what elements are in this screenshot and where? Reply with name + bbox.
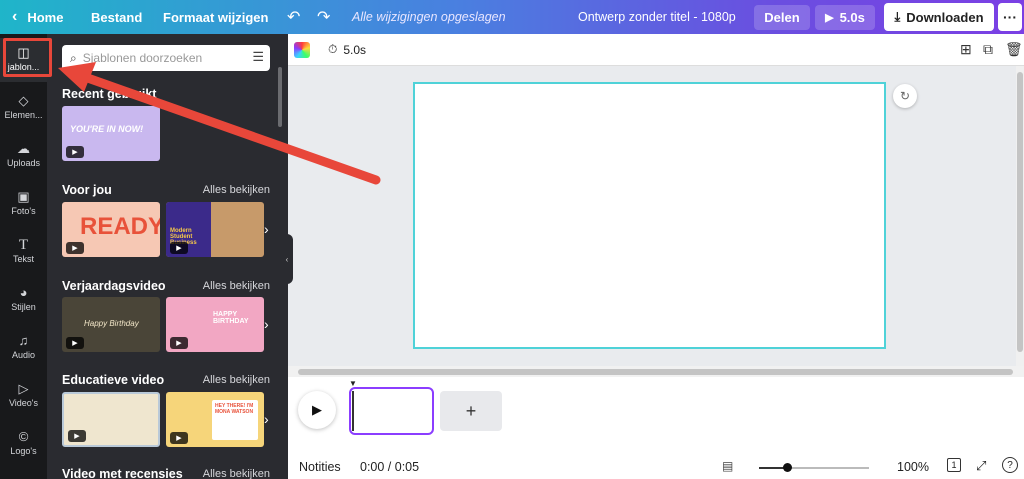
help-icon[interactable]: ? xyxy=(1002,457,1018,473)
file-menu[interactable]: Bestand xyxy=(91,0,142,34)
rail-item-photos[interactable]: ▣ Foto's xyxy=(0,182,47,226)
video-badge-icon: ▶ xyxy=(170,242,188,254)
panel-scrollbar[interactable] xyxy=(278,67,282,127)
add-page-icon[interactable]: ⊞ xyxy=(960,41,972,58)
template-thumb[interactable]: HEY THERE! I'M MONA WATSON ▶ xyxy=(166,392,264,447)
section-title-reviews: Video met recensies xyxy=(62,467,183,479)
shapes-icon: ◇ xyxy=(18,93,29,108)
template-search-input[interactable]: ⌕ Sjablonen doorzoeken ☰ xyxy=(62,45,270,71)
timeline: ▶ ▼ + xyxy=(288,377,1024,451)
zoom-slider[interactable] xyxy=(759,463,869,472)
timer-icon: ⏱ xyxy=(328,42,338,56)
play-icon: ▶ xyxy=(825,12,834,24)
rail-item-uploads[interactable]: ☁ Uploads xyxy=(0,134,47,178)
zoom-slider-knob[interactable] xyxy=(782,463,792,472)
zoom-level[interactable]: 100% xyxy=(897,460,929,474)
section-title-for-you: Voor jou xyxy=(62,183,112,197)
download-button[interactable]: ⤓ Downloaden xyxy=(884,3,994,31)
see-all-link[interactable]: Alles bekijken xyxy=(203,374,270,386)
canvas-scrollbar[interactable] xyxy=(1016,66,1024,366)
chevron-left-icon: ‹ xyxy=(12,8,18,25)
video-badge-icon: ▶ xyxy=(68,430,86,442)
logo-icon: © xyxy=(18,429,29,444)
chevron-right-icon[interactable]: › xyxy=(264,316,269,332)
editor-toolbar: ⏱ 5.0s ⊞ ⧉ 🗑 xyxy=(288,34,1024,66)
duration-control[interactable]: ⏱ 5.0s xyxy=(328,42,366,57)
photo-icon: ▣ xyxy=(17,189,30,204)
see-all-link[interactable]: Alles bekijken xyxy=(203,468,270,479)
video-icon: ▷ xyxy=(18,381,29,396)
section-title-education: Educatieve video xyxy=(62,373,165,387)
highlight-box xyxy=(3,38,52,77)
template-thumb-recent[interactable]: YOU'RE IN NOW! ▶ xyxy=(62,106,160,161)
rail-item-styles[interactable]: ◕ Stijlen xyxy=(0,278,47,322)
section-title-recent: Recent gebruikt xyxy=(62,87,157,101)
collapse-panel-handle[interactable]: ‹ xyxy=(281,234,293,284)
timeline-page-thumb[interactable] xyxy=(349,387,434,435)
music-icon: ♫ xyxy=(18,333,29,348)
more-options-button[interactable]: ··· xyxy=(998,3,1022,31)
video-badge-icon: ▶ xyxy=(66,337,84,349)
rail-item-videos[interactable]: ▷ Video's xyxy=(0,374,47,418)
template-thumb[interactable]: ▶ xyxy=(62,392,160,447)
resize-menu[interactable]: Formaat wijzigen xyxy=(163,0,268,34)
bottom-bar: Notities 0:00 / 0:05 ▤ 100% 1 ⤢ ? xyxy=(288,451,1024,479)
section-title-birthday: Verjaardagsvideo xyxy=(62,279,166,293)
design-title[interactable]: Ontwerp zonder titel - 1080p xyxy=(578,0,736,34)
see-all-link[interactable]: Alles bekijken xyxy=(203,280,270,292)
chevron-left-icon: ‹ xyxy=(285,254,289,264)
video-badge-icon: ▶ xyxy=(170,337,188,349)
page-count[interactable]: 1 xyxy=(947,458,961,472)
timeline-play-button[interactable]: ▶ xyxy=(298,391,336,429)
add-page-button[interactable]: + xyxy=(440,391,502,431)
notes-button[interactable]: Notities xyxy=(299,460,341,474)
cloud-upload-icon: ☁ xyxy=(17,141,30,156)
template-thumb[interactable]: Happy Birthday ▶ xyxy=(62,297,160,352)
design-canvas[interactable] xyxy=(413,82,886,349)
play-button[interactable]: ▶ 5.0s xyxy=(815,5,875,30)
time-readout: 0:00 / 0:05 xyxy=(360,460,420,474)
see-all-link[interactable]: Alles bekijken xyxy=(203,184,270,196)
chevron-right-icon[interactable]: › xyxy=(264,221,269,237)
video-badge-icon: ▶ xyxy=(66,146,84,158)
video-badge-icon: ▶ xyxy=(66,242,84,254)
rail-item-elements[interactable]: ◇ Elemen... xyxy=(0,86,47,130)
ellipsis-icon: ··· xyxy=(1003,9,1017,25)
redo-icon[interactable]: ↷ xyxy=(317,0,330,34)
play-icon: ▶ xyxy=(312,402,322,417)
download-icon: ⤓ xyxy=(894,9,901,24)
rotate-icon[interactable]: ↻ xyxy=(893,84,917,108)
template-thumb[interactable]: HAPPY BIRTHDAY ▶ xyxy=(166,297,264,352)
templates-panel: ⌕ Sjablonen doorzoeken ☰ Recent gebruikt… xyxy=(47,34,288,479)
grid-view-icon[interactable]: ▤ xyxy=(722,459,733,473)
top-bar: ‹ Home Bestand Formaat wijzigen ↶ ↷ Alle… xyxy=(0,0,1024,34)
side-rail: ◫ jablon... ◇ Elemen... ☁ Uploads ▣ Foto… xyxy=(0,34,47,479)
duplicate-icon[interactable]: ⧉ xyxy=(983,41,993,58)
palette-icon: ◕ xyxy=(19,285,28,300)
horizontal-scrollbar[interactable] xyxy=(288,366,1024,377)
rail-item-audio[interactable]: ♫ Audio xyxy=(0,326,47,370)
share-button[interactable]: Delen xyxy=(754,5,810,30)
video-badge-icon: ▶ xyxy=(170,432,188,444)
search-icon: ⌕ xyxy=(70,50,77,65)
rail-item-logos[interactable]: © Logo's xyxy=(0,422,47,466)
rail-item-text[interactable]: T Tekst xyxy=(0,230,47,274)
filter-icon[interactable]: ☰ xyxy=(252,49,264,65)
chevron-right-icon[interactable]: › xyxy=(264,411,269,427)
template-thumb[interactable]: Modern Student Business ▶ xyxy=(166,202,264,257)
undo-icon[interactable]: ↶ xyxy=(287,0,300,34)
trash-icon[interactable]: 🗑 xyxy=(1005,41,1023,58)
color-picker-icon[interactable] xyxy=(294,42,310,58)
home-button[interactable]: ‹ Home xyxy=(12,0,63,34)
save-status: Alle wijzigingen opgeslagen xyxy=(352,10,506,24)
fullscreen-icon[interactable]: ⤢ xyxy=(976,458,986,474)
template-thumb[interactable]: READY ▶ xyxy=(62,202,160,257)
text-icon: T xyxy=(18,237,29,253)
